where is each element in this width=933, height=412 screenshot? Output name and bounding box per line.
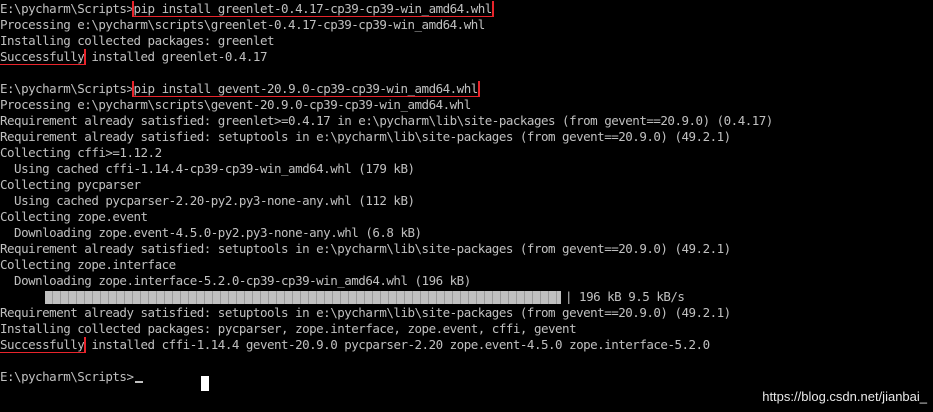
download-progress-line: | 196 kB 9.5 kB/s xyxy=(0,289,933,305)
watermark: https://blog.csdn.net/jianbai_ xyxy=(762,389,927,404)
output-text: Processing e:\pycharm\scripts\gevent-20.… xyxy=(0,97,471,112)
terminal-line: Downloading zope.event-4.5.0-py2.py3-non… xyxy=(0,225,933,241)
output-text: Using cached cffi-1.14.4-cp39-cp39-win_a… xyxy=(0,161,415,176)
shell-prompt: E:\pycharm\Scripts> xyxy=(0,369,134,384)
highlighted-command: pip install gevent-20.9.0-cp39-cp39-win_… xyxy=(131,81,480,97)
underline-cursor xyxy=(134,381,143,383)
output-text: Downloading zope.interface-5.2.0-cp39-cp… xyxy=(0,273,471,288)
terminal-window[interactable]: E:\pycharm\Scripts>pip install greenlet-… xyxy=(0,1,933,412)
highlighted-success-word: Successfully xyxy=(0,49,87,65)
output-text: Collecting cffi>=1.12.2 xyxy=(0,145,162,160)
terminal-line: Processing e:\pycharm\scripts\gevent-20.… xyxy=(0,97,933,113)
output-text: Requirement already satisfied: setuptool… xyxy=(0,305,731,320)
output-text: Installing collected packages: pycparser… xyxy=(0,321,577,336)
terminal-line: Requirement already satisfied: setuptool… xyxy=(0,129,933,145)
terminal-line: Installing collected packages: pycparser… xyxy=(0,321,933,337)
text-cursor xyxy=(201,376,209,391)
output-text: Requirement already satisfied: setuptool… xyxy=(0,129,731,144)
terminal-line: Using cached cffi-1.14.4-cp39-cp39-win_a… xyxy=(0,161,933,177)
terminal-line: Collecting cffi>=1.12.2 xyxy=(0,145,933,161)
output-text: Collecting pycparser xyxy=(0,177,141,192)
output-text: Downloading zope.event-4.5.0-py2.py3-non… xyxy=(0,225,422,240)
output-text: Requirement already satisfied: greenlet>… xyxy=(0,113,773,128)
terminal-line: Requirement already satisfied: greenlet>… xyxy=(0,113,933,129)
output-text: Using cached pycparser-2.20-py2.py3-none… xyxy=(0,193,415,208)
terminal-line: Collecting zope.interface xyxy=(0,257,933,273)
terminal-line: Using cached pycparser-2.20-py2.py3-none… xyxy=(0,193,933,209)
output-text: Processing e:\pycharm\scripts\greenlet-0… xyxy=(0,17,485,32)
terminal-line: Successfully installed greenlet-0.4.17 xyxy=(0,49,933,65)
terminal-line: Collecting pycparser xyxy=(0,177,933,193)
output-text: Collecting zope.interface xyxy=(0,257,176,272)
terminal-line: Successfully installed cffi-1.14.4 geven… xyxy=(0,337,933,353)
terminal-line: Installing collected packages: greenlet xyxy=(0,33,933,49)
output-text: Requirement already satisfied: setuptool… xyxy=(0,241,731,256)
terminal-line: Collecting zope.event xyxy=(0,209,933,225)
terminal-line: Processing e:\pycharm\scripts\greenlet-0… xyxy=(0,17,933,33)
terminal-line: Requirement already satisfied: setuptool… xyxy=(0,305,933,321)
download-progress-status: | 196 kB 9.5 kB/s xyxy=(565,289,685,304)
terminal-line: E:\pycharm\Scripts>pip install gevent-20… xyxy=(0,81,933,97)
terminal-line: E:\pycharm\Scripts>pip install greenlet-… xyxy=(0,1,933,17)
output-text: Installing collected packages: greenlet xyxy=(0,33,275,48)
highlighted-success-word: Successfully xyxy=(0,337,87,353)
shell-prompt: E:\pycharm\Scripts> xyxy=(0,1,134,16)
highlighted-command: pip install greenlet-0.4.17-cp39-cp39-wi… xyxy=(131,1,494,17)
download-progress-bar xyxy=(45,290,561,304)
output-text: installed greenlet-0.4.17 xyxy=(84,49,267,64)
output-text: installed cffi-1.14.4 gevent-20.9.0 pycp… xyxy=(84,337,710,352)
output-text: Collecting zope.event xyxy=(0,209,148,224)
terminal-line: E:\pycharm\Scripts> xyxy=(0,369,933,385)
shell-prompt: E:\pycharm\Scripts> xyxy=(0,81,134,96)
terminal-line: Downloading zope.interface-5.2.0-cp39-cp… xyxy=(0,273,933,289)
terminal-line: Requirement already satisfied: setuptool… xyxy=(0,241,933,257)
